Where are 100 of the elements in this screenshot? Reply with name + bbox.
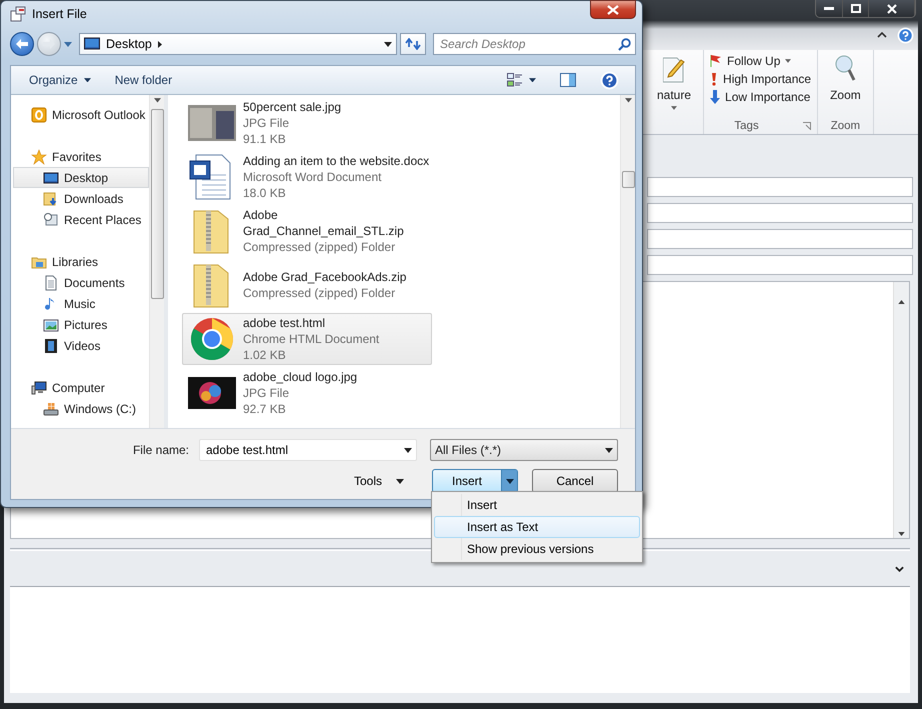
search-box[interactable]: Search Desktop <box>433 33 636 55</box>
file-type: JPG File <box>243 385 290 401</box>
dialog-launcher-icon[interactable] <box>803 122 812 130</box>
tag-option[interactable]: Follow Up <box>710 54 812 68</box>
file-item[interactable]: Adobe Grad_Channel_email_STL.zip Compressed (zipped) Folder <box>182 205 432 257</box>
caret-icon <box>529 78 536 82</box>
file-size: 91.1 KB <box>243 131 287 147</box>
scrollbar[interactable] <box>149 95 164 428</box>
close-button[interactable] <box>869 0 915 17</box>
minimize-button[interactable] <box>816 0 843 17</box>
scrollbar[interactable] <box>893 282 909 538</box>
photo-placeholder <box>188 105 236 141</box>
close-button[interactable] <box>590 0 636 19</box>
header-field[interactable] <box>647 177 913 197</box>
chevron-icon <box>158 40 162 48</box>
back-button[interactable] <box>10 32 34 56</box>
file-item[interactable]: adobe_cloud logo.jpg JPG File 92.7 KB <box>182 367 432 419</box>
nav-item[interactable]: Favorites <box>13 146 149 167</box>
caret-icon <box>671 106 678 110</box>
group-label: Zoom <box>830 120 862 132</box>
header-field[interactable] <box>647 229 913 249</box>
caret-icon <box>396 478 404 484</box>
insert-button[interactable]: Insert <box>433 470 501 492</box>
zoom-button[interactable]: Zoom <box>824 54 867 102</box>
tag-option[interactable]: High Importance <box>710 72 812 86</box>
nav-item[interactable]: Videos <box>13 335 149 356</box>
help-icon[interactable] <box>897 26 914 44</box>
recent-places-icon <box>43 212 59 228</box>
nav-item[interactable]: Downloads <box>13 188 149 209</box>
down-arrow-icon[interactable] <box>898 532 905 536</box>
picture-icon <box>43 316 59 332</box>
refresh-icon <box>405 38 421 50</box>
search-icon <box>618 38 631 50</box>
header-field[interactable] <box>647 255 913 275</box>
header-field[interactable] <box>647 203 913 223</box>
caret-icon <box>154 98 160 102</box>
drive-icon <box>43 400 59 416</box>
dropdown-arrow-button[interactable] <box>501 470 517 492</box>
scrollbar-thumb[interactable] <box>622 170 634 188</box>
new-folder-button[interactable]: New folder <box>104 70 182 90</box>
organize-menu[interactable]: Organize <box>19 70 101 90</box>
dialog-title: Insert File <box>32 7 87 21</box>
signature-button[interactable]: nature <box>651 54 698 110</box>
file-item[interactable]: Adding an item to the website.docx Microsoft Word Document 18.0 KB <box>182 151 434 203</box>
down-arrow-icon <box>710 90 720 104</box>
file-type: Compressed (zipped) Folder <box>243 239 396 255</box>
refresh-button[interactable] <box>400 33 426 55</box>
caret-icon <box>84 78 91 82</box>
breadcrumb-item[interactable]: Desktop <box>106 37 162 51</box>
menu-item[interactable]: Insert as Text <box>434 516 640 538</box>
minimize-icon <box>824 7 834 10</box>
nav-item[interactable]: Libraries <box>13 251 149 272</box>
expand-chevron-icon[interactable] <box>895 566 904 572</box>
right-arrow-icon <box>43 39 55 49</box>
cancel-button[interactable]: Cancel <box>532 469 618 493</box>
tools-menu[interactable]: Tools <box>354 474 404 488</box>
caret-icon <box>506 478 514 484</box>
file-name: adobe test.html <box>243 315 326 331</box>
file-name-field[interactable]: adobe test.html <box>204 442 404 458</box>
caret-icon <box>384 42 392 46</box>
close-icon <box>607 4 619 14</box>
file-size: 1.02 KB <box>243 347 287 363</box>
computer-icon <box>31 380 47 396</box>
view-list-icon <box>507 73 523 87</box>
preview-pane-icon <box>560 73 576 87</box>
file-item[interactable]: Adobe Grad_FacebookAds.zip Compressed (zipped) Folder <box>182 259 432 311</box>
nav-item[interactable]: Documents <box>13 272 149 293</box>
up-arrow-icon[interactable] <box>898 300 905 304</box>
scrollbar-thumb[interactable] <box>150 108 164 298</box>
file-name: Adobe Grad_FacebookAds.zip <box>243 269 406 285</box>
nav-item[interactable]: Recent Places <box>13 209 149 230</box>
download-folder-icon <box>43 190 59 206</box>
file-type: Microsoft Word Document <box>243 169 382 185</box>
scrollbar[interactable] <box>620 95 635 428</box>
field-label: File name: <box>132 443 189 457</box>
collapse-ribbon-icon[interactable] <box>877 32 887 38</box>
nav-item[interactable]: Music <box>13 293 149 314</box>
address-bar[interactable]: Desktop <box>79 33 397 55</box>
file-type: Chrome HTML Document <box>243 331 380 347</box>
file-type-dropdown[interactable]: All Files (*.*) <box>430 439 618 461</box>
file-name: Adobe Grad_Channel_email_STL.zip <box>243 207 404 239</box>
caret-icon <box>624 98 632 102</box>
nav-item[interactable]: Computer <box>13 377 149 398</box>
nav-item[interactable]: Desktop <box>13 167 149 188</box>
nav-item[interactable]: Pictures <box>13 314 149 335</box>
caret-icon <box>785 59 792 63</box>
caret-icon <box>404 448 412 452</box>
insert-split-button[interactable]: Insert <box>432 469 518 493</box>
file-name-combo[interactable]: adobe test.html <box>199 439 417 461</box>
film-icon <box>43 338 59 354</box>
tag-option[interactable]: Low Importance <box>710 90 812 104</box>
maximize-button[interactable] <box>843 0 869 17</box>
exclamation-icon <box>710 72 718 86</box>
file-item[interactable]: 50percent sale.jpg JPG File 91.1 KB <box>182 97 432 149</box>
nav-item[interactable]: Microsoft Outlook <box>13 104 149 125</box>
file-type: JPG File <box>243 115 290 131</box>
chrome-icon <box>188 315 236 363</box>
nav-item[interactable]: Windows (C:) <box>13 398 149 419</box>
file-item[interactable]: adobe test.html Chrome HTML Document 1.02 KB <box>182 313 432 365</box>
star-icon <box>31 148 47 164</box>
